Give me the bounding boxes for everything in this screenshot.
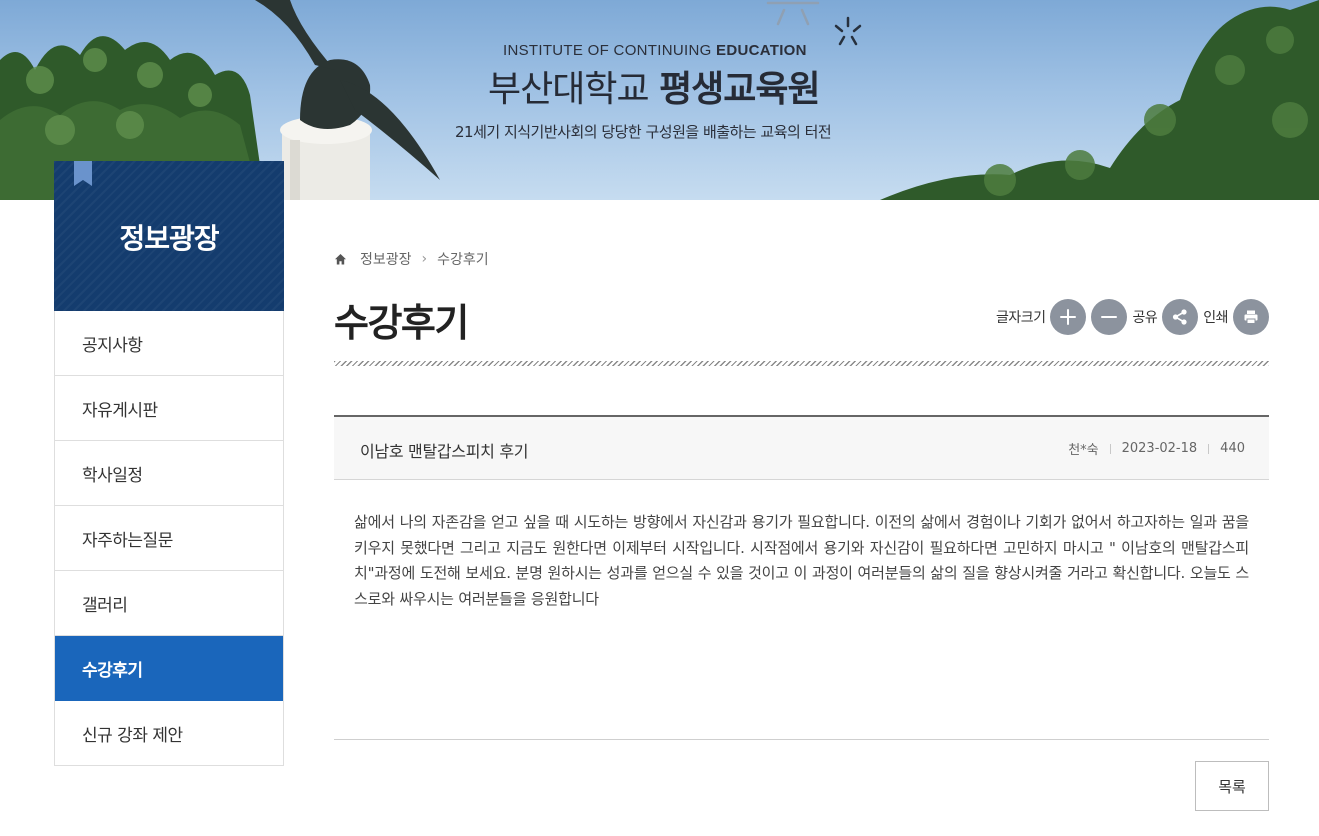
institute-korean-name[interactable]: 부산대학교 평생교육원: [488, 60, 848, 112]
sidebar-menu: 공지사항 자유게시판 학사일정 자주하는질문 갤러리 수강후기 신규 강좌 제안: [54, 311, 284, 766]
post-header: 이남호 맨탈갑스피치 후기 천*숙 2023-02-18 440: [334, 415, 1269, 480]
post-body: 삶에서 나의 자존감을 얻고 싶을 때 시도하는 방향에서 자신감과 용기가 필…: [354, 513, 1249, 608]
page-tools: 글자크기 공유 인쇄: [996, 299, 1269, 335]
sidebar-item-gallery[interactable]: 갤러리: [55, 571, 283, 636]
sidebar-item-academic-calendar[interactable]: 학사일정: [55, 441, 283, 506]
breadcrumb: 정보광장 › 수강후기: [334, 240, 1269, 278]
meta-divider: [1109, 443, 1111, 454]
breadcrumb-item-info-plaza[interactable]: 정보광장: [360, 249, 412, 269]
institute-slogan: 21세기 지식기반사회의 당당한 구성원을 배출하는 교육의 터전: [455, 123, 832, 141]
list-button[interactable]: 목록: [1195, 761, 1269, 811]
sidebar-item-course-reviews[interactable]: 수강후기: [55, 636, 283, 701]
font-increase-button[interactable]: [1050, 299, 1087, 335]
post-author: 천*숙: [1068, 443, 1099, 458]
font-decrease-button[interactable]: [1091, 299, 1128, 335]
sidebar-item-notice[interactable]: 공지사항: [55, 311, 283, 376]
institute-english-name: INSTITUTE OF CONTINUING EDUCATION: [503, 42, 807, 59]
minus-icon: [1101, 316, 1118, 318]
breadcrumb-item-course-reviews[interactable]: 수강후기: [437, 249, 489, 269]
sidebar-item-free-board[interactable]: 자유게시판: [55, 376, 283, 441]
printer-icon: [1244, 310, 1258, 324]
post-views: 440: [1220, 441, 1245, 456]
sidebar-item-new-course-proposal[interactable]: 신규 강좌 제안: [55, 701, 283, 766]
sidebar: 정보광장 공지사항 자유게시판 학사일정 자주하는질문 갤러리 수강후기 신규 …: [54, 161, 284, 766]
title-row: 수강후기 글자크기 공유 인쇄: [334, 278, 1269, 364]
sidebar-item-faq[interactable]: 자주하는질문: [55, 506, 283, 571]
share-icon: [1173, 309, 1187, 325]
title-divider: [334, 361, 1269, 366]
sidebar-title: 정보광장: [119, 222, 219, 255]
print-label: 인쇄: [1203, 310, 1228, 326]
meta-divider: [1208, 443, 1210, 454]
post-meta: 천*숙 2023-02-18 440: [1068, 439, 1245, 458]
print-button[interactable]: [1233, 299, 1269, 335]
font-size-label: 글자크기: [995, 310, 1046, 326]
post-date: 2023-02-18: [1121, 441, 1198, 456]
post-title: 이남호 맨탈갑스피치 후기: [360, 442, 529, 461]
page-title: 수강후기: [334, 301, 469, 345]
home-icon[interactable]: [334, 253, 347, 266]
main-content: 정보광장 › 수강후기 수강후기 글자크기 공유 인쇄 이남호 맨탈갑스피치 후…: [334, 240, 1269, 811]
post-end-divider: [334, 739, 1269, 740]
chevron-right-icon: ›: [421, 251, 428, 267]
bookmark-icon: [74, 161, 92, 186]
share-button[interactable]: [1162, 299, 1199, 335]
sidebar-header: 정보광장: [54, 161, 284, 311]
plus-icon: [1060, 309, 1077, 325]
share-label: 공유: [1132, 310, 1158, 326]
